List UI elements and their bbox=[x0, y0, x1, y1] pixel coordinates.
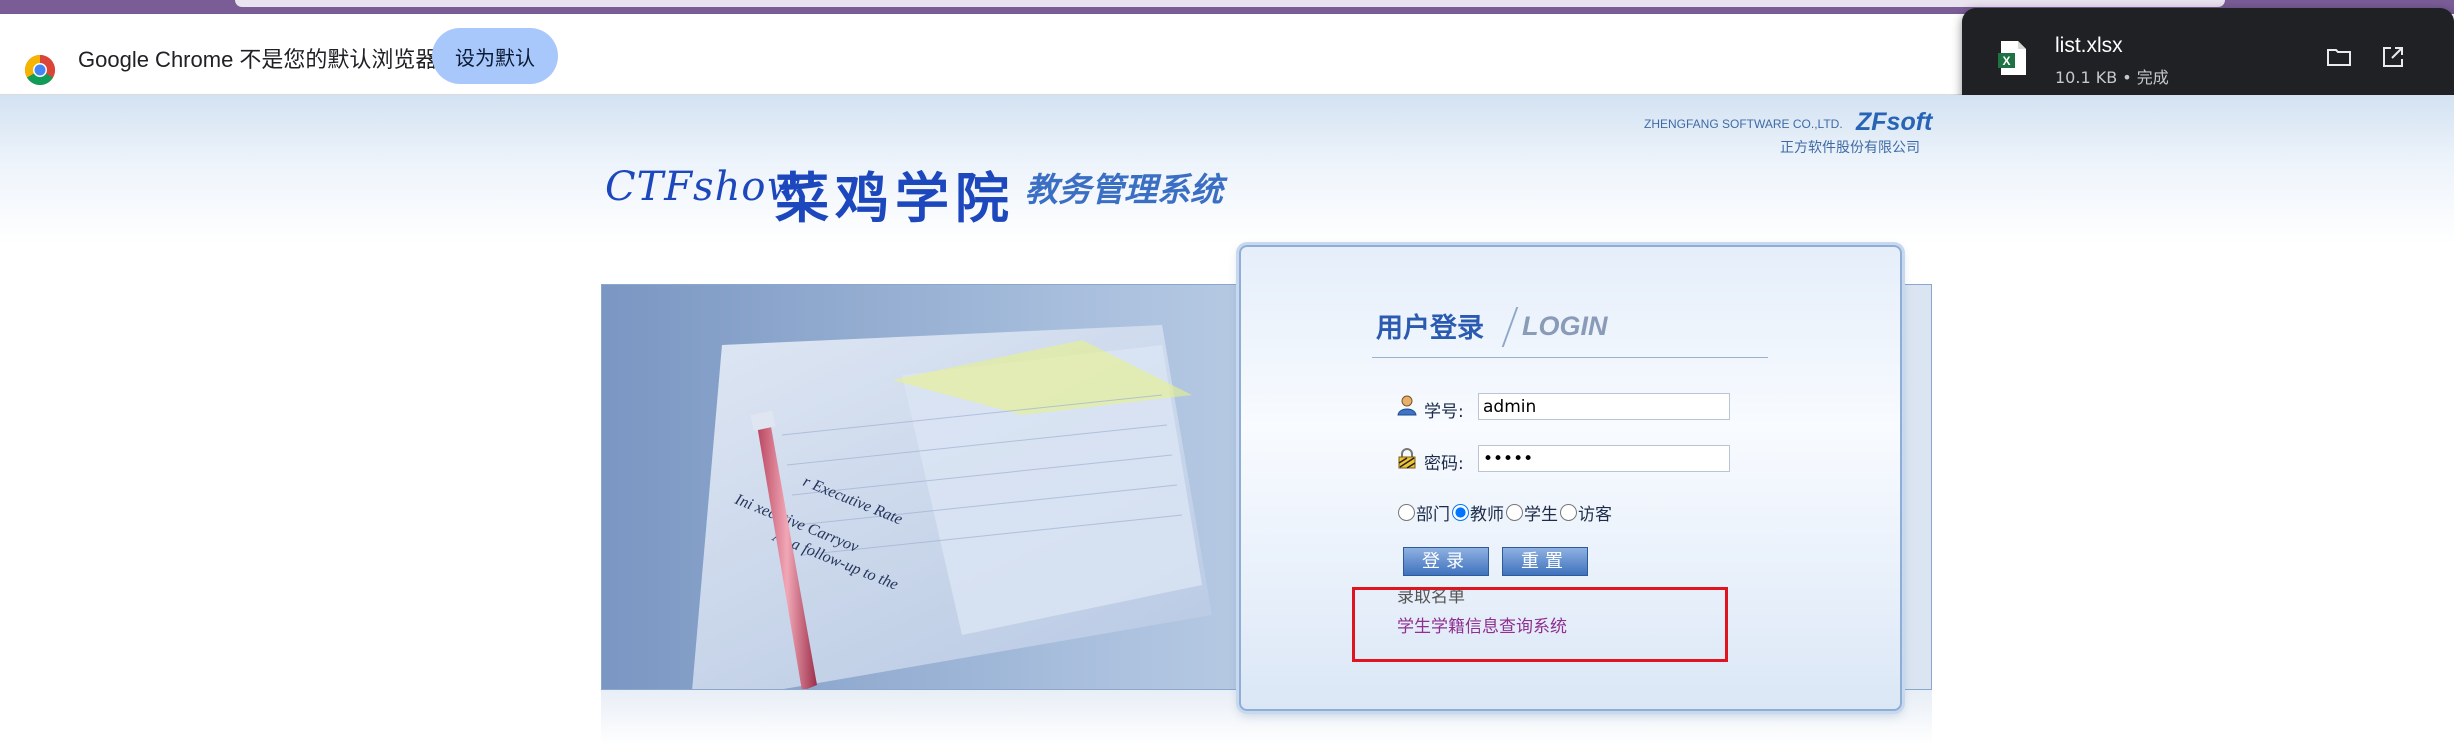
svg-text:X: X bbox=[2002, 54, 2010, 68]
role-selector: 部门 教师 学生 访客 bbox=[1398, 500, 1614, 525]
vendor-logo: ZFsoft bbox=[1856, 108, 1933, 136]
reset-button[interactable]: 重置 bbox=[1502, 547, 1588, 576]
login-title-en: LOGIN bbox=[1522, 311, 1608, 341]
login-title-underline bbox=[1372, 357, 1768, 358]
role-label-teacher: 教师 bbox=[1470, 505, 1504, 525]
lock-icon bbox=[1398, 448, 1416, 469]
vendor-name-en: ZHENGFANG SOFTWARE CO.,LTD. bbox=[1644, 117, 1843, 131]
site-title-prefix: CTFshow bbox=[605, 164, 802, 210]
role-radio-visitor[interactable] bbox=[1560, 504, 1577, 521]
vendor-name-cn: 正方软件股份有限公司 bbox=[1780, 140, 1920, 156]
role-label-visitor: 访客 bbox=[1578, 505, 1612, 525]
download-status: 10.1 KB • 完成 bbox=[2055, 68, 2169, 87]
site-title-school: 菜鸡学院 bbox=[775, 166, 1015, 230]
download-file-name[interactable]: list.xlsx bbox=[2055, 34, 2123, 58]
username-field[interactable] bbox=[1478, 393, 1730, 420]
highlight-annotation-box bbox=[1352, 587, 1728, 662]
username-label: 学号: bbox=[1424, 402, 1464, 422]
role-label-student: 学生 bbox=[1524, 505, 1558, 525]
infobar-message: Google Chrome 不是您的默认浏览器 bbox=[78, 47, 438, 72]
site-title-system: 教务管理系统 bbox=[1025, 170, 1223, 209]
user-icon bbox=[1397, 395, 1417, 416]
login-title: 用户登录 bbox=[1376, 313, 1484, 344]
password-label: 密码: bbox=[1424, 454, 1464, 474]
role-radio-teacher[interactable] bbox=[1452, 504, 1469, 521]
chrome-logo-icon bbox=[24, 54, 56, 86]
role-radio-department[interactable] bbox=[1398, 504, 1415, 521]
xlsx-file-icon: X bbox=[1998, 41, 2026, 75]
role-radio-student[interactable] bbox=[1506, 504, 1523, 521]
open-external-icon[interactable] bbox=[2378, 42, 2408, 72]
password-field[interactable] bbox=[1478, 445, 1730, 472]
login-button[interactable]: 登录 bbox=[1403, 547, 1489, 576]
address-bar-edge bbox=[235, 0, 2225, 7]
folder-icon[interactable] bbox=[2324, 42, 2354, 72]
set-default-button[interactable]: 设为默认 bbox=[432, 28, 558, 84]
role-label-department: 部门 bbox=[1416, 505, 1450, 525]
